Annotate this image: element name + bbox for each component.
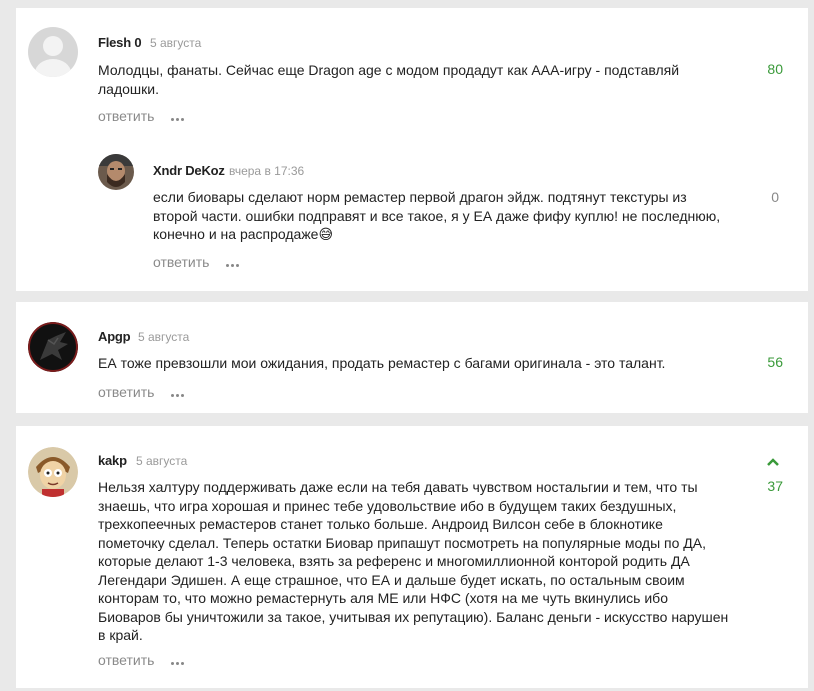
emoji: 😅 — [318, 226, 334, 242]
comment-text: Молодцы, фанаты. Сейчас еще Dragon age с… — [98, 61, 718, 98]
reply-text: если биовары сделают норм ремастер перво… — [153, 188, 753, 244]
reply-date: вчера в 17:36 — [229, 164, 305, 178]
default-user-avatar-icon[interactable] — [28, 27, 78, 77]
upvote-icon[interactable] — [766, 454, 780, 472]
more-options-icon[interactable] — [226, 257, 244, 268]
reply-button[interactable]: ответить — [98, 384, 154, 400]
reply-author[interactable]: Xndr DeKoz — [153, 163, 225, 178]
dark-dragon-avatar-icon[interactable] — [28, 322, 78, 372]
comment-text-line: Легендари Эдишен. А еще страшное, что ЕА… — [98, 571, 685, 588]
cartoon-character-avatar-icon[interactable] — [28, 447, 78, 497]
comment-text-line: Молодцы, фанаты. Сейчас еще Dragon age с… — [98, 62, 680, 78]
comment-text: Нельзя халтуру поддерживать даже если на… — [98, 478, 738, 645]
comment-text-line: которые делают 1-3 человека, взять за ре… — [98, 553, 690, 569]
comment-text-line: знаешь, что игра хорошая и принес тебе у… — [98, 497, 677, 514]
comment-author[interactable]: Apgp — [98, 329, 131, 344]
comment-author[interactable]: Flesh 0 — [98, 35, 142, 50]
reply-score: 0 — [771, 189, 779, 205]
comment-date: 5 августа — [150, 36, 202, 50]
comment-text-line: в край. — [98, 627, 143, 643]
comment-text-line: Нельзя халтуру поддерживать даже если на… — [98, 479, 698, 495]
more-options-icon[interactable] — [171, 387, 189, 398]
reply-button[interactable]: ответить — [153, 254, 209, 270]
reply-text-line: второй части. ошибки подправят и все так… — [153, 207, 721, 224]
reply-button[interactable]: ответить — [98, 108, 154, 124]
comment-text-line: ладошки. — [98, 80, 159, 97]
comment-text: ЕА тоже превзошли мои ожидания, продать … — [98, 354, 718, 373]
comment-text-line: конторам то, что можно ремастернуть аля … — [98, 590, 668, 606]
comment-score: 80 — [767, 61, 783, 77]
comment-date: 5 августа — [138, 330, 190, 344]
more-options-icon[interactable] — [171, 655, 189, 666]
comment-score: 56 — [767, 354, 783, 370]
comment-text-line: пометочку сделал. Теперь остатки Биовар … — [98, 534, 707, 551]
comment-text-line: Биоваров бы уничтожили за такое, учитыва… — [98, 608, 729, 625]
reply-text-line: если биовары сделают норм ремастер перво… — [153, 189, 687, 205]
comment-text-line: ЕА тоже превзошли мои ожидания, продать … — [98, 355, 666, 371]
comment-date: 5 августа — [136, 454, 188, 468]
comment-card: Apgp 5 августа ЕА тоже превзошли мои ожи… — [16, 302, 808, 413]
bearded-man-avatar-icon[interactable] — [98, 154, 134, 190]
reply-text-line: конечно и на распродаже😅 — [153, 226, 334, 242]
comment-score: 37 — [767, 478, 783, 494]
comment-author[interactable]: kakp — [98, 453, 127, 468]
comment-card: Flesh 0 5 августа Молодцы, фанаты. Сейча… — [16, 8, 808, 291]
comment-text-line: трехкопеечных ремастеров станет только б… — [98, 516, 663, 532]
comment-card: kakp 5 августа Нельзя халтуру поддержива… — [16, 426, 808, 688]
more-options-icon[interactable] — [171, 111, 189, 122]
reply-button[interactable]: ответить — [98, 652, 154, 668]
